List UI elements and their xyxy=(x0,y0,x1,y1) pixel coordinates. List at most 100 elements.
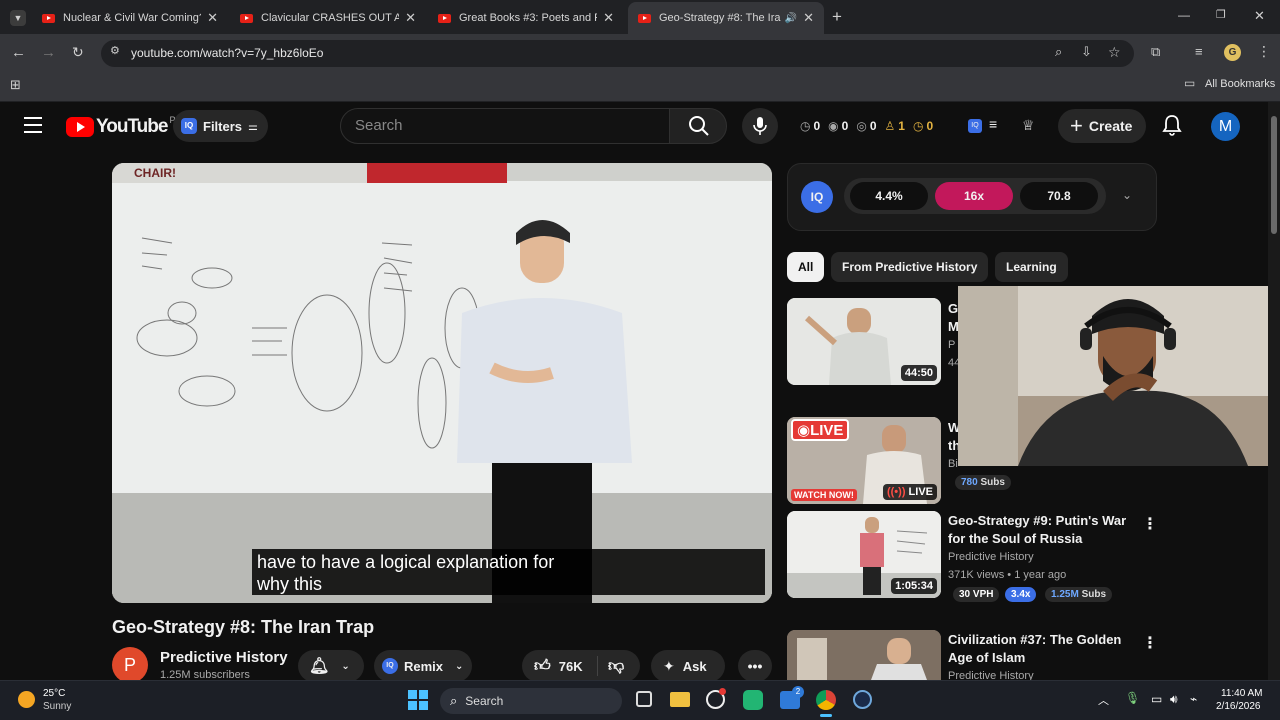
install-app-icon[interactable]: ⇩ xyxy=(1081,45,1092,58)
microphone-icon[interactable]: 🎙︎ xyxy=(1125,691,1140,705)
windows-start-icon[interactable] xyxy=(408,690,428,710)
rec-video-title[interactable]: Geo-Strategy #9: Putin's War xyxy=(948,512,1126,530)
weather-temp[interactable]: 25°C xyxy=(43,688,65,699)
close-window-icon[interactable]: ✕ xyxy=(1254,9,1265,22)
weather-sun-icon[interactable] xyxy=(18,691,35,708)
rec-channel[interactable]: Predictive History xyxy=(948,551,1034,563)
browser-menu-icon[interactable]: ⋮ xyxy=(1257,44,1271,58)
browser-tab[interactable]: Nuclear & Civil War Coming? C... ✕ xyxy=(32,4,228,32)
eye-outline-icon: ◎ xyxy=(856,119,867,133)
restore-icon[interactable]: ❐ xyxy=(1216,10,1226,21)
site-info-icon[interactable]: ⚙ xyxy=(110,46,120,57)
iq-logo-icon[interactable]: IQ xyxy=(801,181,833,213)
rec-video-title[interactable]: Civilization #37: The Golden xyxy=(948,631,1121,649)
iq-extension-icon[interactable]: IQ xyxy=(968,119,982,133)
browser-tab[interactable]: Clavicular CRASHES OUT After ... ✕ xyxy=(230,4,426,32)
voice-search-button[interactable] xyxy=(742,108,778,144)
video-thumbnail[interactable]: 1:05:34 xyxy=(787,511,941,598)
video-thumbnail-live[interactable]: ◉LIVE WATCH NOW! ((•)) LIVE xyxy=(787,417,941,504)
chip-learning[interactable]: Learning xyxy=(995,252,1068,282)
taskbar-search-label: Search xyxy=(465,694,504,708)
video-player[interactable]: CHAIR! have to have a logical explanatio… xyxy=(112,163,772,603)
search-button[interactable] xyxy=(669,108,727,144)
live-badge-text: LIVE xyxy=(810,422,844,439)
chip-all[interactable]: All xyxy=(787,252,825,282)
like-button[interactable]: 👍︎ 76K xyxy=(522,656,598,676)
account-avatar[interactable]: M xyxy=(1211,112,1240,141)
battery-icon[interactable]: ⌁ xyxy=(1190,692,1197,706)
reload-icon[interactable]: ↻ xyxy=(72,45,84,59)
page-scrollbar[interactable] xyxy=(1268,102,1280,680)
close-tab-icon[interactable]: ✕ xyxy=(603,10,614,26)
iq-stat-score: 70.8 xyxy=(1020,182,1098,210)
ask-button[interactable]: ✦ Ask xyxy=(651,650,725,682)
taskbar-search[interactable]: ⌕ Search xyxy=(440,688,622,714)
rec-channel[interactable]: P xyxy=(948,339,955,351)
minimize-icon[interactable]: — xyxy=(1178,9,1190,21)
search-input[interactable]: Search xyxy=(340,108,670,144)
media-controls-icon[interactable]: ≡ xyxy=(1195,45,1203,58)
live-dot-icon: ◉ xyxy=(797,422,811,439)
channel-name[interactable]: Predictive History xyxy=(160,649,288,666)
filters-button[interactable]: IQ Filters ⚌ xyxy=(173,110,268,142)
chevron-down-icon: ⌄ xyxy=(455,660,464,672)
browser-tab-active[interactable]: Geo-Strategy #8: The Iran Tr... 🔊 ✕ xyxy=(628,2,824,34)
trophy-icon[interactable]: ♕ xyxy=(1022,117,1035,134)
app-icon-green[interactable] xyxy=(743,690,763,710)
profile-avatar[interactable]: G xyxy=(1224,44,1241,61)
clock-time[interactable]: 11:40 AM xyxy=(1221,688,1263,699)
hamburger-menu-icon[interactable] xyxy=(24,117,42,133)
iq-stat-engagement: 4.4% xyxy=(850,182,928,210)
network-icon[interactable]: ▭ xyxy=(1151,692,1162,706)
close-tab-icon[interactable]: ✕ xyxy=(405,10,416,26)
back-arrow-icon[interactable]: ← xyxy=(11,45,26,60)
close-tab-icon[interactable]: ✕ xyxy=(207,10,218,26)
task-view-icon[interactable] xyxy=(636,691,652,707)
dislike-button[interactable]: 👎︎ xyxy=(598,657,624,676)
counter-value: 1 xyxy=(898,119,905,133)
apps-grid-icon[interactable]: ⊞ xyxy=(10,78,21,91)
like-dislike-group: 👍︎ 76K 👎︎ xyxy=(522,650,640,682)
forward-arrow-icon[interactable]: → xyxy=(41,45,56,60)
remix-button[interactable]: IQ Remix ⌄ xyxy=(374,650,472,682)
more-vertical-icon[interactable]: ⋮ xyxy=(1142,514,1158,534)
app-icon-circle[interactable] xyxy=(853,690,872,709)
browser-tab[interactable]: Great Books #3: Poets and Prop... ✕ xyxy=(428,4,624,32)
youtube-wordmark: YouTube xyxy=(96,116,168,137)
tab-search-chevron-icon[interactable]: ▼ xyxy=(10,10,26,26)
url-text[interactable]: youtube.com/watch?v=7y_hbz6loEo xyxy=(131,46,323,60)
file-explorer-icon[interactable] xyxy=(670,692,690,707)
weather-condition: Sunny xyxy=(43,701,72,712)
chevron-down-icon[interactable]: ⌄ xyxy=(1122,188,1132,202)
volume-icon[interactable]: 🔊︎ xyxy=(1170,692,1178,707)
rec-video-title-line2[interactable]: for the Soul of Russia xyxy=(948,530,1082,548)
bookmark-star-icon[interactable]: ☆ xyxy=(1108,45,1121,59)
rec-channel[interactable]: Bi xyxy=(948,458,958,470)
clock-date[interactable]: 2/16/2026 xyxy=(1216,701,1261,712)
chrome-icon[interactable] xyxy=(816,690,836,710)
youtube-logo[interactable]: YouTube PK xyxy=(66,115,181,138)
zoom-icon[interactable]: ⌕ xyxy=(1055,45,1062,58)
tray-overflow-icon[interactable]: ︿ xyxy=(1098,692,1109,708)
rec-video-title[interactable]: G xyxy=(948,300,958,318)
video-thumbnail[interactable]: 44:50 xyxy=(787,298,941,385)
close-tab-icon[interactable]: ✕ xyxy=(803,10,814,26)
create-button[interactable]: + Create xyxy=(1058,109,1146,143)
extensions-icon[interactable]: ⧉ xyxy=(1151,45,1160,58)
video-thumbnail[interactable] xyxy=(787,630,941,680)
subscription-bell-button[interactable]: 🔔︎ ⌄ xyxy=(298,650,364,682)
notifications-bell-icon[interactable] xyxy=(1162,114,1182,141)
more-vertical-icon[interactable]: ⋮ xyxy=(1142,633,1158,653)
rec-video-title-line2[interactable]: Age of Islam xyxy=(948,649,1025,667)
audio-playing-icon[interactable]: 🔊 xyxy=(785,13,797,24)
scrollbar-thumb[interactable] xyxy=(1271,116,1277,234)
list-icon[interactable]: ≡ xyxy=(989,116,997,132)
new-tab-button[interactable]: + xyxy=(832,8,842,25)
chevron-down-icon: ⌄ xyxy=(341,660,350,672)
channel-avatar[interactable]: P xyxy=(112,647,148,683)
chip-from-channel[interactable]: From Predictive History xyxy=(831,252,989,282)
webcam-overlay xyxy=(958,286,1280,466)
all-bookmarks-link[interactable]: All Bookmarks xyxy=(1205,78,1275,90)
more-actions-button[interactable]: ••• xyxy=(738,650,772,682)
rec-channel[interactable]: Predictive History xyxy=(948,670,1034,680)
